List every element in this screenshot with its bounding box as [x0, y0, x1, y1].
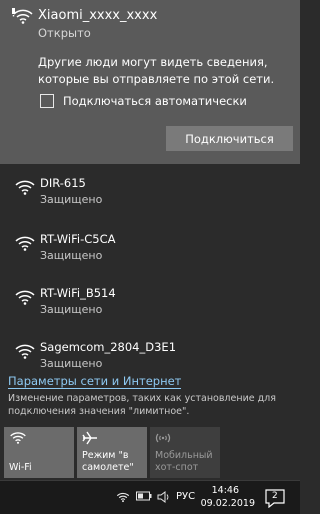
- auto-connect-option[interactable]: Подключаться автоматически: [40, 94, 247, 108]
- network-status: Защищено: [40, 193, 103, 206]
- network-name: RT-WiFi_B514: [40, 286, 116, 300]
- network-status: Открыто: [38, 26, 91, 40]
- notification-count: 2: [272, 491, 278, 501]
- network-name: DIR-615: [40, 176, 86, 190]
- airplane-mode-label: Режим "в самолете": [82, 450, 134, 473]
- network-flyout: Xiaomi_xxxx_xxxx Открыто Другие люди мог…: [0, 0, 300, 514]
- wifi-tile-label: Wi-Fi: [9, 462, 32, 473]
- mobile-hotspot-label: Мобильный хот-спот: [155, 450, 213, 473]
- wifi-open-icon: [12, 8, 34, 24]
- wifi-secured-icon: [14, 235, 36, 251]
- network-warning: Другие люди могут видеть сведения, котор…: [38, 55, 275, 86]
- clock-date[interactable]: 09.02.2019: [0, 498, 300, 509]
- network-item[interactable]: DIR-615 Защищено: [0, 168, 300, 228]
- network-settings-description: Изменение параметров, таких как установл…: [8, 393, 276, 417]
- network-status: Защищено: [40, 249, 103, 262]
- network-item[interactable]: RT-WiFi-C5CA Защищено: [0, 224, 300, 284]
- wifi-tile[interactable]: Wi-Fi: [4, 427, 74, 478]
- connect-button[interactable]: Подключиться: [166, 126, 293, 151]
- notification-center-icon[interactable]: 2: [263, 488, 287, 509]
- clock-time[interactable]: 14:46: [0, 485, 300, 496]
- mobile-hotspot-tile[interactable]: Мобильный хот-спот: [150, 427, 220, 478]
- network-name: Xiaomi_xxxx_xxxx: [38, 8, 158, 23]
- wifi-secured-icon: [14, 343, 36, 359]
- selected-network[interactable]: Xiaomi_xxxx_xxxx Открыто Другие люди мог…: [0, 0, 300, 164]
- auto-connect-label: Подключаться автоматически: [63, 94, 247, 108]
- airplane-icon: [82, 431, 98, 449]
- airplane-mode-tile[interactable]: Режим "в самолете": [77, 427, 147, 478]
- network-name: Sagemcom_2804_D3E1: [40, 340, 177, 354]
- network-status: Защищено: [40, 303, 103, 316]
- network-settings-link[interactable]: Параметры сети и Интернет: [8, 374, 182, 389]
- wifi-secured-icon: [14, 289, 36, 305]
- wifi-icon: [9, 431, 27, 448]
- network-item[interactable]: Sagemcom_2804_D3E1 Защищено: [0, 332, 300, 368]
- wifi-secured-icon: [14, 179, 36, 195]
- taskbar: РУС 14:46 09.02.2019 2: [0, 480, 300, 514]
- hotspot-icon: [155, 431, 171, 449]
- network-status: Защищено: [40, 357, 103, 368]
- auto-connect-checkbox[interactable]: [40, 94, 54, 108]
- network-item[interactable]: RT-WiFi_B514 Защищено: [0, 278, 300, 338]
- network-name: RT-WiFi-C5CA: [40, 232, 116, 246]
